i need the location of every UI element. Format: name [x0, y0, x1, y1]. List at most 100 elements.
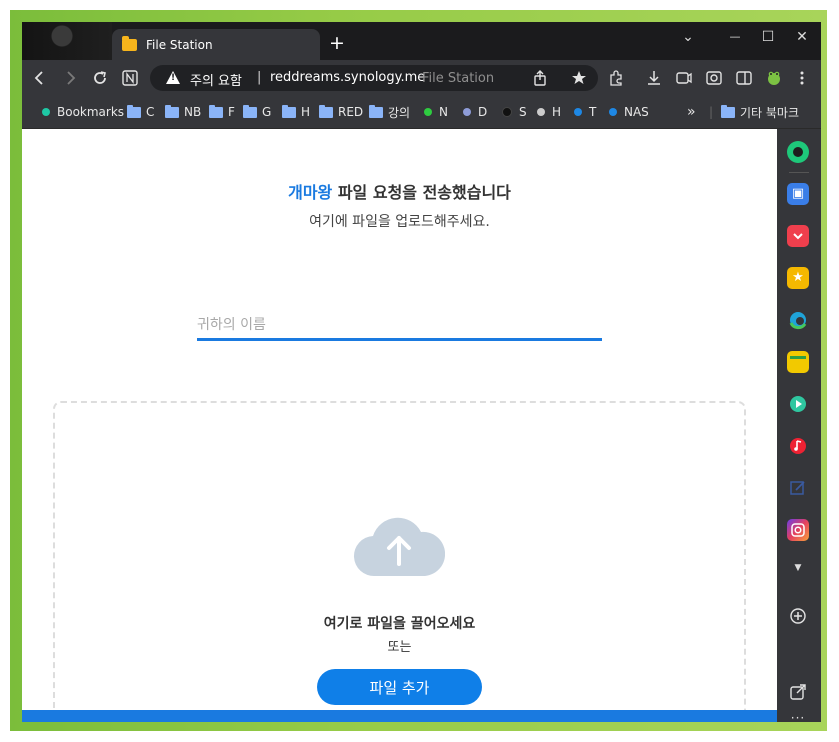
browser-window: File Station + ⌄ — ☐ ✕ 주의 요함 | reddreams…: [22, 22, 821, 722]
bookmark-label: Bookmarks: [57, 105, 125, 119]
security-warning-label[interactable]: 주의 요함: [190, 70, 242, 89]
bookmark-star-icon[interactable]: [570, 68, 590, 88]
address-bar[interactable]: 주의 요함 | reddreams.synology.me File Stati…: [150, 65, 598, 91]
tab-strip: File Station + ⌄ — ☐ ✕: [22, 22, 821, 60]
minimize-button[interactable]: —: [721, 26, 749, 48]
page-title-text: 파일 요청을 전송했습니다: [332, 183, 511, 202]
bookmark-folder[interactable]: NB: [165, 104, 201, 120]
bookmark-folder[interactable]: 강의: [369, 104, 410, 120]
tab-title: File Station: [146, 37, 213, 52]
bookmark-label: D: [478, 105, 488, 119]
bookmark-dot-icon: [537, 108, 545, 116]
star-bookmark-icon[interactable]: ★: [787, 267, 809, 289]
cloud-upload-icon: [353, 517, 445, 577]
new-tab-button[interactable]: +: [326, 32, 348, 54]
open-external-icon[interactable]: [787, 681, 809, 703]
briefcase-icon[interactable]: ▣: [787, 183, 809, 205]
side-panel-icon[interactable]: [734, 68, 754, 88]
url-text: reddreams.synology.me: [270, 70, 426, 85]
requester-name: 개마왕: [288, 183, 333, 202]
profile-frog-icon[interactable]: [764, 68, 784, 88]
menu-kebab-icon[interactable]: [792, 68, 812, 88]
bottom-accent-bar: [22, 710, 777, 722]
bookmark-folder[interactable]: C: [127, 104, 154, 120]
warning-icon: [166, 71, 180, 84]
folder-icon: [127, 104, 141, 118]
folder-icon: [165, 104, 179, 118]
reload-icon[interactable]: [90, 68, 110, 88]
bookmark-item[interactable]: N: [424, 104, 448, 120]
bookmark-label: NAS: [624, 105, 649, 119]
tab-search-button[interactable]: ⌄: [674, 26, 702, 48]
pocket-icon[interactable]: [787, 225, 809, 247]
drop-instruction: 여기로 파일을 끌어오세요: [323, 616, 476, 632]
folder-icon: [243, 104, 257, 118]
page-title: 개마왕 파일 요청을 전송했습니다: [22, 179, 777, 203]
instagram-icon[interactable]: [787, 519, 809, 541]
play-icon[interactable]: [787, 393, 809, 415]
bookmark-label: N: [439, 105, 448, 119]
download-icon[interactable]: [644, 68, 664, 88]
more-icon[interactable]: ···: [787, 707, 809, 722]
notes-icon[interactable]: [787, 351, 809, 373]
bookmark-label: NB: [184, 105, 202, 119]
folder-icon: [209, 104, 223, 118]
screenshot-icon[interactable]: [704, 68, 724, 88]
edge-icon[interactable]: [787, 309, 809, 331]
bookmark-label: 강의: [388, 105, 411, 120]
notion-extension-icon[interactable]: [120, 68, 140, 88]
extensions-icon[interactable]: [606, 68, 626, 88]
bookmark-folder[interactable]: G: [243, 104, 271, 120]
omnibox-page-title: File Station: [422, 71, 495, 86]
omnibox-separator: |: [257, 70, 262, 85]
bookmark-folder[interactable]: F: [209, 104, 235, 120]
side-toolbar: ▣ ★ ▼ ···: [777, 129, 821, 722]
bookmark-item[interactable]: H: [537, 104, 561, 120]
name-input[interactable]: [197, 305, 602, 341]
bookmarks-overflow-button[interactable]: »: [687, 104, 696, 120]
bookmark-label: G: [262, 105, 272, 119]
folder-icon: [282, 104, 296, 118]
bookmark-dot-icon: [574, 108, 582, 116]
bookmark-item[interactable]: T: [574, 104, 596, 120]
folder-icon: [369, 104, 383, 118]
folder-icon: [122, 35, 137, 51]
chat-app-icon[interactable]: [787, 141, 809, 163]
bookmarks-bar: Bookmarks C NB F G H RED 강의 N D S H T NA…: [22, 96, 821, 129]
forward-icon[interactable]: [60, 68, 80, 88]
bookmark-item[interactable]: NAS: [609, 104, 649, 120]
caret-down-icon[interactable]: ▼: [787, 557, 809, 579]
edit-icon[interactable]: [787, 477, 809, 499]
add-panel-icon[interactable]: [787, 605, 809, 627]
bookmark-label: S: [519, 105, 527, 119]
bookmark-item[interactable]: S: [502, 104, 527, 120]
tab-file-station[interactable]: File Station: [112, 29, 320, 60]
bookmark-label: RED: [338, 105, 364, 119]
or-label: 또는: [387, 640, 412, 655]
other-bookmarks-folder[interactable]: 기타 북마크: [721, 104, 799, 120]
folder-icon: [319, 104, 333, 118]
media-icon[interactable]: [674, 68, 694, 88]
bookmark-dot-icon: [609, 108, 617, 116]
bookmark-item[interactable]: Bookmarks: [42, 104, 124, 120]
browser-toolbar: 주의 요함 | reddreams.synology.me File Stati…: [22, 60, 821, 96]
bookmark-dot-icon: [502, 107, 512, 117]
bookmark-dot-icon: [424, 108, 432, 116]
music-icon[interactable]: [787, 435, 809, 457]
share-icon[interactable]: [530, 68, 550, 88]
bookmark-label: C: [146, 105, 155, 119]
bookmark-label: 기타 북마크: [740, 105, 800, 120]
bookmark-dot-icon: [42, 108, 50, 116]
bookmark-label: T: [589, 105, 597, 119]
close-button[interactable]: ✕: [788, 26, 816, 48]
side-divider: [789, 172, 809, 173]
bookmark-item[interactable]: D: [463, 104, 487, 120]
maximize-button[interactable]: ☐: [754, 26, 782, 48]
bookmark-label: F: [228, 105, 235, 119]
tab-strip-art: [22, 22, 112, 60]
back-icon[interactable]: [30, 68, 50, 88]
bookmark-folder[interactable]: RED: [319, 104, 363, 120]
bookmark-folder[interactable]: H: [282, 104, 310, 120]
add-file-button[interactable]: 파일 추가: [317, 669, 482, 705]
bookmark-label: H: [552, 105, 562, 119]
